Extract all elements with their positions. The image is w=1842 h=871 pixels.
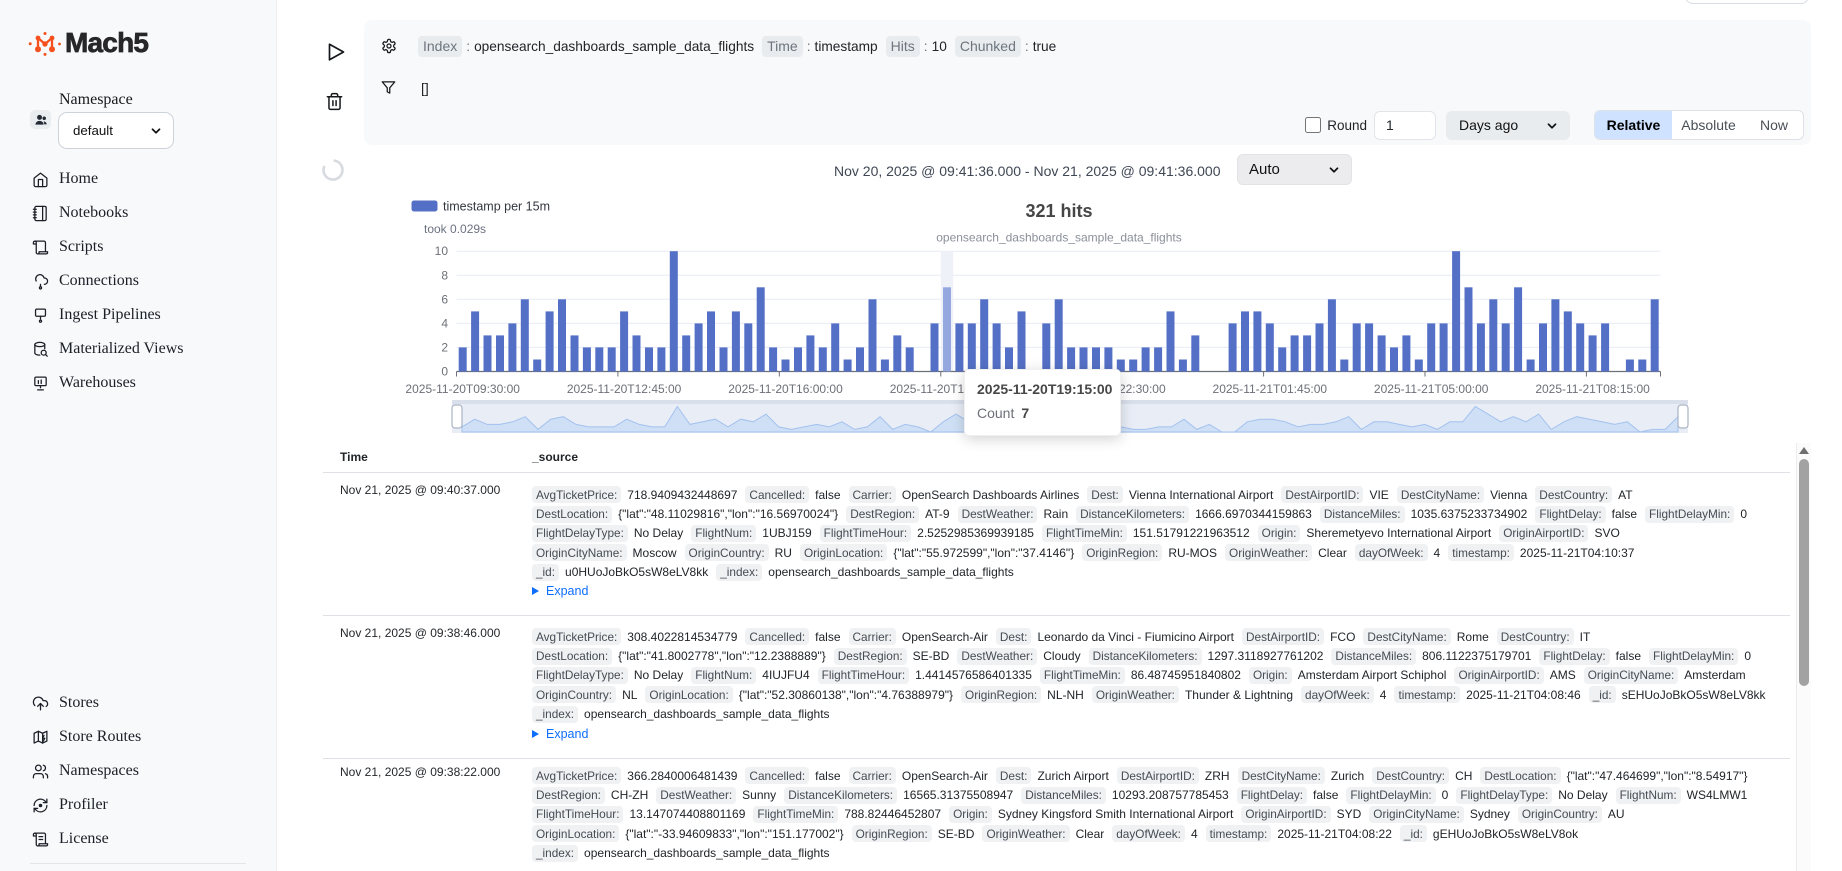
svg-text:8: 8 (441, 268, 448, 282)
svg-text:took 0.029s: took 0.029s (424, 222, 486, 236)
svg-text:2025-11-21T05:00:00: 2025-11-21T05:00:00 (1374, 382, 1489, 396)
svg-text:2025-11-21T08:15:00: 2025-11-21T08:15:00 (1535, 382, 1650, 396)
svg-text:2025-11-21T01:45:00: 2025-11-21T01:45:00 (1213, 382, 1328, 396)
svg-text:timestamp per 15m: timestamp per 15m (443, 200, 550, 214)
svg-text:2: 2 (441, 340, 448, 354)
svg-text:321 hits: 321 hits (1025, 201, 1092, 221)
svg-text:opensearch_dashboards_sample_d: opensearch_dashboards_sample_data_flight… (936, 231, 1182, 245)
svg-text:10: 10 (435, 244, 449, 258)
svg-text:6: 6 (441, 292, 448, 306)
svg-text:0: 0 (441, 365, 448, 379)
svg-text:2025-11-20T09:30:00: 2025-11-20T09:30:00 (405, 382, 520, 396)
svg-text:4: 4 (441, 316, 448, 330)
svg-text:2025-11-20T12:45:00: 2025-11-20T12:45:00 (567, 382, 682, 396)
svg-text:2025-11-20T16:00:00: 2025-11-20T16:00:00 (728, 382, 843, 396)
